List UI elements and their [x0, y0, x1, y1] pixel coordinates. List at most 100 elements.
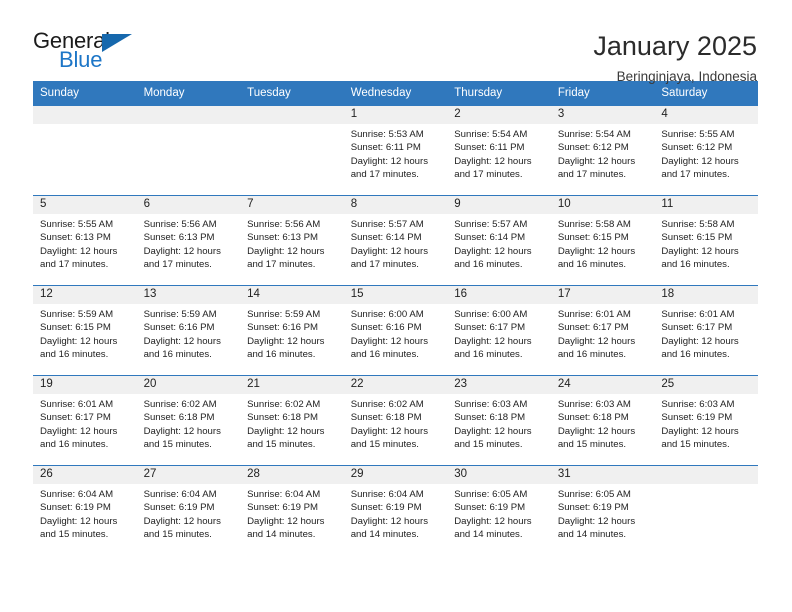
calendar-day-cell[interactable]: 26 Sunrise: 6:04 AM Sunset: 6:19 PM Dayligh…	[33, 465, 137, 556]
day-daylight1-text: Daylight: 12 hours	[40, 245, 118, 257]
day-number: 3	[550, 106, 655, 124]
day-box: 17 Sunrise: 6:01 AM Sunset: 6:17 PM Dayligh…	[550, 286, 655, 375]
calendar-day-cell[interactable]: 2 Sunrise: 5:54 AM Sunset: 6:11 PM Daylight…	[447, 105, 551, 196]
day-number: 8	[343, 196, 448, 214]
day-daylight1-text: Daylight: 12 hours	[247, 425, 325, 437]
day-number	[240, 106, 344, 124]
calendar-day-cell[interactable]: 30 Sunrise: 6:05 AM Sunset: 6:19 PM Dayligh…	[447, 465, 551, 556]
day-number: 27	[136, 466, 241, 484]
brand-logo[interactable]: General Blue	[33, 30, 145, 76]
day-sunrise-text: Sunrise: 5:58 AM	[557, 219, 631, 230]
day-box: 12 Sunrise: 5:59 AM Sunset: 6:15 PM Dayligh…	[33, 286, 137, 375]
day-sunrise-text: Sunrise: 5:57 AM	[350, 219, 424, 230]
day-sunrise-text: Sunrise: 6:04 AM	[40, 489, 114, 500]
day-details: Sunrise: 6:04 AM Sunset: 6:19 PM Daylight:…	[344, 484, 448, 542]
day-daylight2-text: and 16 minutes.	[661, 259, 730, 271]
day-details: Sunrise: 5:56 AM Sunset: 6:13 PM Daylight:…	[240, 214, 344, 272]
day-daylight1-text: Daylight: 12 hours	[661, 155, 739, 167]
day-sunrise-text: Sunrise: 5:59 AM	[143, 309, 217, 320]
calendar-day-cell[interactable]: 12 Sunrise: 5:59 AM Sunset: 6:15 PM Dayligh…	[33, 285, 137, 376]
day-sunrise-text: Sunrise: 6:02 AM	[143, 399, 217, 410]
calendar-day-cell[interactable]: 16 Sunrise: 6:00 AM Sunset: 6:17 PM Dayligh…	[447, 285, 551, 376]
day-daylight2-text: and 17 minutes.	[454, 169, 523, 181]
calendar-day-cell[interactable]: 17 Sunrise: 6:01 AM Sunset: 6:17 PM Dayligh…	[550, 285, 655, 376]
day-sunset-text: Sunset: 6:19 PM	[557, 502, 629, 514]
calendar-day-cell[interactable]: 31 Sunrise: 6:05 AM Sunset: 6:19 PM Dayligh…	[550, 465, 655, 556]
day-daylight2-text: and 14 minutes.	[454, 529, 523, 541]
calendar-week-row: 5 Sunrise: 5:55 AM Sunset: 6:13 PM Daylight…	[33, 195, 758, 286]
calendar-day-cell[interactable]: 10 Sunrise: 5:58 AM Sunset: 6:15 PM Dayligh…	[550, 195, 655, 286]
day-daylight1-text: Daylight: 12 hours	[143, 425, 221, 437]
day-number: 9	[447, 196, 551, 214]
day-sunset-text: Sunset: 6:18 PM	[247, 412, 319, 424]
day-daylight1-text: Daylight: 12 hours	[40, 425, 118, 437]
day-daylight2-text: and 16 minutes.	[40, 349, 109, 361]
day-daylight1-text: Daylight: 12 hours	[350, 335, 429, 347]
calendar-day-cell[interactable]: 5 Sunrise: 5:55 AM Sunset: 6:13 PM Daylight…	[33, 195, 137, 286]
day-daylight1-text: Daylight: 12 hours	[350, 245, 429, 257]
calendar-day-cell[interactable]: 19 Sunrise: 6:01 AM Sunset: 6:17 PM Dayligh…	[33, 375, 137, 466]
calendar-day-cell[interactable]: 6 Sunrise: 5:56 AM Sunset: 6:13 PM Daylight…	[136, 195, 241, 286]
calendar-day-cell[interactable]: 21 Sunrise: 6:02 AM Sunset: 6:18 PM Dayligh…	[240, 375, 344, 466]
calendar-day-cell[interactable]: 7 Sunrise: 5:56 AM Sunset: 6:13 PM Daylight…	[240, 195, 344, 286]
day-details: Sunrise: 6:00 AM Sunset: 6:17 PM Daylight:…	[447, 304, 551, 362]
day-sunrise-text: Sunrise: 6:04 AM	[143, 489, 217, 500]
calendar-day-cell[interactable]: 18 Sunrise: 6:01 AM Sunset: 6:17 PM Dayligh…	[654, 285, 758, 376]
location-subtitle: Beringinjaya, Indonesia	[616, 68, 757, 84]
calendar-day-cell[interactable]: 23 Sunrise: 6:03 AM Sunset: 6:18 PM Dayligh…	[447, 375, 551, 466]
day-details: Sunrise: 5:55 AM Sunset: 6:13 PM Daylight:…	[33, 214, 137, 272]
calendar-day-cell[interactable]: 22 Sunrise: 6:02 AM Sunset: 6:18 PM Dayligh…	[343, 375, 448, 466]
calendar-day-cell[interactable]: 9 Sunrise: 5:57 AM Sunset: 6:14 PM Daylight…	[447, 195, 551, 286]
day-sunrise-text: Sunrise: 5:55 AM	[661, 129, 735, 140]
day-number	[33, 106, 137, 124]
day-box: 9 Sunrise: 5:57 AM Sunset: 6:14 PM Daylight…	[447, 196, 551, 285]
day-daylight2-text: and 17 minutes.	[661, 169, 730, 181]
day-daylight2-text: and 14 minutes.	[247, 529, 316, 541]
day-box	[136, 106, 241, 195]
day-sunrise-text: Sunrise: 5:58 AM	[661, 219, 735, 230]
day-box: 19 Sunrise: 6:01 AM Sunset: 6:17 PM Dayligh…	[33, 376, 137, 465]
calendar-day-cell[interactable]: 4 Sunrise: 5:55 AM Sunset: 6:12 PM Daylight…	[654, 105, 758, 196]
day-daylight1-text: Daylight: 12 hours	[143, 245, 221, 257]
calendar-day-cell[interactable]: 24 Sunrise: 6:03 AM Sunset: 6:18 PM Dayligh…	[550, 375, 655, 466]
day-box: 28 Sunrise: 6:04 AM Sunset: 6:19 PM Dayligh…	[240, 466, 344, 556]
day-daylight2-text: and 14 minutes.	[557, 529, 627, 541]
day-daylight1-text: Daylight: 12 hours	[247, 515, 325, 527]
calendar-day-cell[interactable]: 1 Sunrise: 5:53 AM Sunset: 6:11 PM Daylight…	[343, 105, 448, 196]
calendar-day-cell-empty	[136, 105, 241, 196]
day-sunrise-text: Sunrise: 6:01 AM	[40, 399, 114, 410]
calendar-day-cell[interactable]: 3 Sunrise: 5:54 AM Sunset: 6:12 PM Daylight…	[550, 105, 655, 196]
day-daylight2-text: and 14 minutes.	[350, 529, 419, 541]
day-sunset-text: Sunset: 6:19 PM	[40, 502, 111, 514]
calendar-day-cell[interactable]: 11 Sunrise: 5:58 AM Sunset: 6:15 PM Dayligh…	[654, 195, 758, 286]
day-number: 21	[240, 376, 344, 394]
calendar-day-cell[interactable]: 14 Sunrise: 5:59 AM Sunset: 6:16 PM Dayligh…	[240, 285, 344, 376]
day-daylight1-text: Daylight: 12 hours	[350, 425, 429, 437]
day-sunset-text: Sunset: 6:19 PM	[661, 412, 733, 424]
calendar-day-cell[interactable]: 27 Sunrise: 6:04 AM Sunset: 6:19 PM Dayligh…	[136, 465, 241, 556]
calendar-day-cell[interactable]: 13 Sunrise: 5:59 AM Sunset: 6:16 PM Dayligh…	[136, 285, 241, 376]
day-details: Sunrise: 5:59 AM Sunset: 6:15 PM Daylight:…	[33, 304, 137, 362]
calendar-day-cell[interactable]: 20 Sunrise: 6:02 AM Sunset: 6:18 PM Dayligh…	[136, 375, 241, 466]
day-daylight1-text: Daylight: 12 hours	[454, 245, 532, 257]
calendar-day-cell[interactable]: 25 Sunrise: 6:03 AM Sunset: 6:19 PM Dayligh…	[654, 375, 758, 466]
calendar-day-cell[interactable]: 28 Sunrise: 6:04 AM Sunset: 6:19 PM Dayligh…	[240, 465, 344, 556]
calendar-day-cell[interactable]: 15 Sunrise: 6:00 AM Sunset: 6:16 PM Dayligh…	[343, 285, 448, 376]
day-sunset-text: Sunset: 6:17 PM	[454, 322, 526, 334]
brand-name-blue: Blue	[59, 47, 103, 72]
weekday-header-saturday: Saturday	[654, 81, 758, 106]
day-number: 19	[33, 376, 137, 394]
day-daylight1-text: Daylight: 12 hours	[661, 335, 739, 347]
weekday-header-monday: Monday	[136, 81, 241, 106]
day-sunset-text: Sunset: 6:16 PM	[350, 322, 422, 334]
calendar-day-cell[interactable]: 8 Sunrise: 5:57 AM Sunset: 6:14 PM Daylight…	[343, 195, 448, 286]
day-daylight1-text: Daylight: 12 hours	[661, 425, 739, 437]
day-sunset-text: Sunset: 6:13 PM	[247, 232, 319, 244]
day-daylight2-text: and 17 minutes.	[557, 169, 627, 181]
day-box: 8 Sunrise: 5:57 AM Sunset: 6:14 PM Daylight…	[343, 196, 448, 285]
calendar-day-cell[interactable]: 29 Sunrise: 6:04 AM Sunset: 6:19 PM Dayligh…	[343, 465, 448, 556]
day-details: Sunrise: 5:58 AM Sunset: 6:15 PM Daylight:…	[654, 214, 758, 272]
day-box: 20 Sunrise: 6:02 AM Sunset: 6:18 PM Dayligh…	[136, 376, 241, 465]
day-daylight2-text: and 15 minutes.	[661, 439, 730, 451]
day-sunrise-text: Sunrise: 5:59 AM	[40, 309, 114, 320]
